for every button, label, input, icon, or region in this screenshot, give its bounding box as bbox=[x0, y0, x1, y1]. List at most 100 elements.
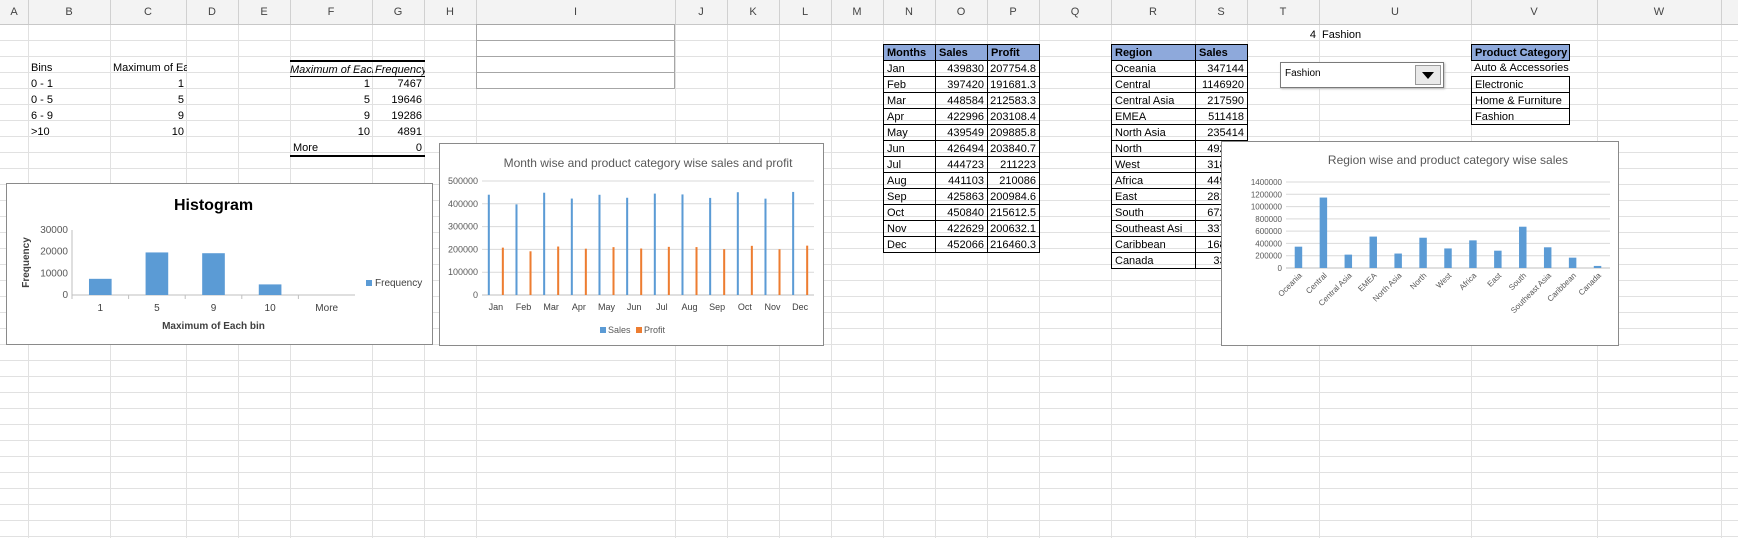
sales-cell[interactable]: 439830 bbox=[935, 60, 988, 77]
month-cell[interactable]: Sep bbox=[883, 188, 936, 205]
profit-cell[interactable]: 200984.6 bbox=[987, 188, 1040, 205]
profit-cell[interactable]: 209885.8 bbox=[987, 124, 1040, 141]
bins-cell[interactable]: >10 bbox=[28, 124, 111, 141]
region-cell[interactable]: Central bbox=[1111, 76, 1196, 93]
freq-table-bin-cell[interactable]: More bbox=[290, 140, 373, 157]
region-cell[interactable]: West bbox=[1111, 156, 1196, 173]
empty-boxed-cell[interactable] bbox=[476, 72, 675, 89]
sales-cell[interactable]: 450840 bbox=[935, 204, 988, 221]
month-cell[interactable]: Dec bbox=[883, 236, 936, 253]
region-sales-cell[interactable]: 347144 bbox=[1195, 60, 1248, 77]
month-cell[interactable]: May bbox=[883, 124, 936, 141]
column-header-r[interactable]: R bbox=[1111, 0, 1195, 24]
region-sales-chart[interactable]: Region wise and product category wise sa… bbox=[1221, 141, 1619, 346]
month-cell[interactable]: Oct bbox=[883, 204, 936, 221]
column-header-d[interactable]: D bbox=[186, 0, 238, 24]
sales-cell[interactable]: 425863 bbox=[935, 188, 988, 205]
region-cell[interactable]: Caribbean bbox=[1111, 236, 1196, 253]
column-header-p[interactable]: P bbox=[987, 0, 1039, 24]
region-cell[interactable]: Africa bbox=[1111, 172, 1196, 189]
region-sales-cell[interactable]: 1146920 bbox=[1195, 76, 1248, 93]
column-header-l[interactable]: L bbox=[779, 0, 831, 24]
profit-cell[interactable]: 216460.3 bbox=[987, 236, 1040, 253]
sales-cell[interactable]: 397420 bbox=[935, 76, 988, 93]
bins-cell[interactable]: 6 - 9 bbox=[28, 108, 111, 125]
profit-cell[interactable]: 191681.3 bbox=[987, 76, 1040, 93]
empty-boxed-cell[interactable] bbox=[476, 24, 675, 41]
freq-table-header-frequency[interactable]: Frequency bbox=[372, 60, 425, 77]
month-cell[interactable]: Mar bbox=[883, 92, 936, 109]
sales-cell[interactable]: 426494 bbox=[935, 140, 988, 157]
region-cell[interactable]: East bbox=[1111, 188, 1196, 205]
column-header-t[interactable]: T bbox=[1247, 0, 1319, 24]
region-cell[interactable]: North Asia bbox=[1111, 124, 1196, 141]
profit-cell[interactable]: 211223 bbox=[987, 156, 1040, 173]
column-header-k[interactable]: K bbox=[727, 0, 779, 24]
column-header-o[interactable]: O bbox=[935, 0, 987, 24]
freq-table-header-max[interactable]: Maximum of Each bbox=[290, 60, 373, 77]
column-header-n[interactable]: N bbox=[883, 0, 935, 24]
max-bin-cell[interactable]: 9 bbox=[110, 108, 187, 125]
column-header-m[interactable]: M bbox=[831, 0, 883, 24]
column-header-v[interactable]: V bbox=[1471, 0, 1597, 24]
column-header-h[interactable]: H bbox=[424, 0, 476, 24]
column-header-c[interactable]: C bbox=[110, 0, 186, 24]
product-category-item[interactable]: Electronic bbox=[1471, 76, 1570, 93]
selected-category-cell[interactable]: Fashion bbox=[1319, 27, 1471, 43]
column-header-s[interactable]: S bbox=[1195, 0, 1247, 24]
month-table-header[interactable]: Profit bbox=[987, 44, 1040, 61]
freq-table-value-cell[interactable]: 7467 bbox=[372, 76, 425, 93]
column-header-j[interactable]: J bbox=[675, 0, 727, 24]
freq-table-value-cell[interactable]: 0 bbox=[372, 140, 425, 157]
freq-table-value-cell[interactable]: 19286 bbox=[372, 108, 425, 125]
selected-index-cell[interactable]: 4 bbox=[1247, 27, 1319, 43]
empty-boxed-cell[interactable] bbox=[476, 40, 675, 57]
column-header-f[interactable]: F bbox=[290, 0, 372, 24]
month-cell[interactable]: Nov bbox=[883, 220, 936, 237]
product-category-header[interactable]: Product Category bbox=[1471, 44, 1570, 61]
sales-cell[interactable]: 422996 bbox=[935, 108, 988, 125]
month-sales-profit-chart[interactable]: Month wise and product category wise sal… bbox=[439, 143, 824, 346]
max-bin-cell[interactable]: 10 bbox=[110, 124, 187, 141]
region-cell[interactable]: South bbox=[1111, 204, 1196, 221]
category-dropdown[interactable]: Fashion bbox=[1280, 62, 1444, 88]
profit-cell[interactable]: 203108.4 bbox=[987, 108, 1040, 125]
column-header-q[interactable]: Q bbox=[1039, 0, 1111, 24]
product-category-item[interactable]: Auto & Accessories bbox=[1471, 60, 1570, 77]
bins-cell[interactable]: 0 - 5 bbox=[28, 92, 111, 109]
freq-table-bin-cell[interactable]: 1 bbox=[290, 76, 373, 93]
column-header-x[interactable]: X bbox=[1721, 0, 1738, 24]
sales-cell[interactable]: 422629 bbox=[935, 220, 988, 237]
column-header-a[interactable]: A bbox=[0, 0, 28, 24]
sales-cell[interactable]: 444723 bbox=[935, 156, 988, 173]
max-bin-cell[interactable]: 1 bbox=[110, 76, 187, 93]
column-header-e[interactable]: E bbox=[238, 0, 290, 24]
month-cell[interactable]: Jul bbox=[883, 156, 936, 173]
profit-cell[interactable]: 203840.7 bbox=[987, 140, 1040, 157]
region-sales-cell[interactable]: 235414 bbox=[1195, 124, 1248, 141]
sales-cell[interactable]: 448584 bbox=[935, 92, 988, 109]
profit-cell[interactable]: 210086 bbox=[987, 172, 1040, 189]
region-cell[interactable]: Oceania bbox=[1111, 60, 1196, 77]
column-header-i[interactable]: I bbox=[476, 0, 675, 24]
sales-cell[interactable]: 452066 bbox=[935, 236, 988, 253]
bins-header[interactable]: Bins bbox=[28, 60, 111, 77]
month-cell[interactable]: Aug bbox=[883, 172, 936, 189]
empty-boxed-cell[interactable] bbox=[476, 56, 675, 73]
month-table-header[interactable]: Sales bbox=[935, 44, 988, 61]
freq-table-bin-cell[interactable]: 9 bbox=[290, 108, 373, 125]
profit-cell[interactable]: 200632.1 bbox=[987, 220, 1040, 237]
month-cell[interactable]: Apr bbox=[883, 108, 936, 125]
freq-table-bin-cell[interactable]: 10 bbox=[290, 124, 373, 141]
sales-cell[interactable]: 439549 bbox=[935, 124, 988, 141]
column-header-b[interactable]: B bbox=[28, 0, 110, 24]
freq-table-value-cell[interactable]: 4891 bbox=[372, 124, 425, 141]
profit-cell[interactable]: 207754.8 bbox=[987, 60, 1040, 77]
column-header-w[interactable]: W bbox=[1597, 0, 1721, 24]
month-cell[interactable]: Jan bbox=[883, 60, 936, 77]
product-category-item[interactable]: Home & Furniture bbox=[1471, 92, 1570, 109]
max-bin-cell[interactable]: 5 bbox=[110, 92, 187, 109]
region-cell[interactable]: EMEA bbox=[1111, 108, 1196, 125]
region-cell[interactable]: Central Asia bbox=[1111, 92, 1196, 109]
month-cell[interactable]: Jun bbox=[883, 140, 936, 157]
